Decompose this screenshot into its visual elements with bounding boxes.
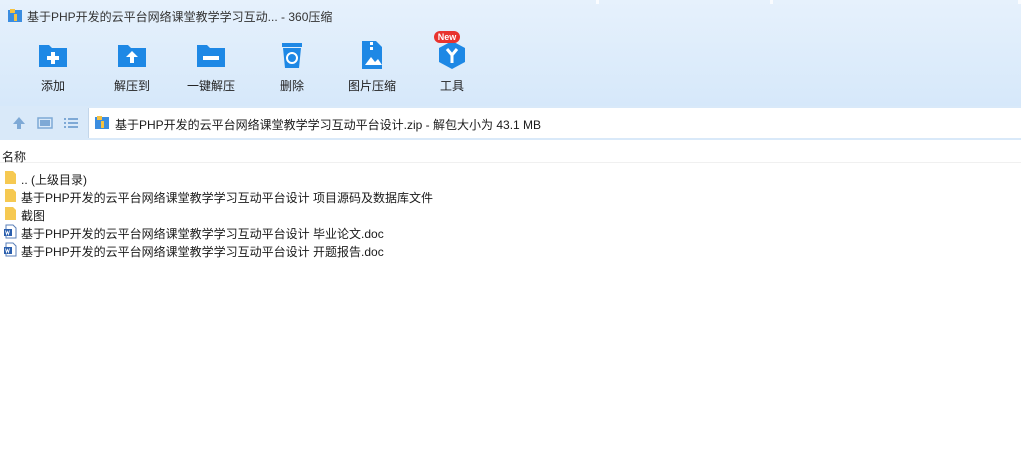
folder-icon (5, 207, 16, 220)
title-divider (770, 0, 773, 4)
list-item[interactable]: 截图 (0, 205, 1021, 223)
image-compress-label: 图片压缩 (347, 79, 396, 93)
zip-archive-icon (95, 116, 109, 129)
file-name: 截图 (21, 209, 46, 223)
extract-to-button[interactable]: 解压到 (94, 34, 170, 96)
file-name: 基于PHP开发的云平台网络课堂教学学习互动平台设计 项目源码及数据库文件 (21, 191, 434, 205)
file-rows: .. (上级目录) 基于PHP开发的云平台网络课堂教学学习互动平台设计 项目源码… (0, 169, 1021, 259)
delete-label: 删除 (279, 79, 304, 93)
list-item[interactable]: 基于PHP开发的云平台网络课堂教学学习互动平台设计 毕业论文.doc (0, 223, 1021, 241)
tools-label: 工具 (439, 79, 464, 93)
title-divider (596, 0, 599, 4)
up-icon[interactable] (11, 115, 27, 131)
word-doc-icon (4, 224, 17, 239)
add-icon (39, 45, 67, 67)
list-item[interactable]: 基于PHP开发的云平台网络课堂教学学习互动平台设计 开题报告.doc (0, 241, 1021, 259)
extract-to-label: 解压到 (113, 79, 150, 93)
delete-icon (282, 43, 302, 68)
navigation-bar: 基于PHP开发的云平台网络课堂教学学习互动平台设计.zip - 解包大小为 43… (0, 106, 1021, 140)
file-name: .. (上级目录) (21, 173, 87, 187)
delete-button[interactable]: 删除 (254, 34, 330, 96)
one-click-extract-icon (197, 45, 225, 67)
new-badge: New (434, 31, 460, 43)
tools-button[interactable]: New 工具 (414, 31, 490, 96)
image-compress-button[interactable]: 图片压缩 (334, 34, 410, 96)
window-title: 基于PHP开发的云平台网络课堂教学学习互动... - 360压缩 (27, 10, 333, 24)
header: 基于PHP开发的云平台网络课堂教学学习互动... - 360压缩 添加 解压到 (0, 0, 1021, 106)
address-path: 基于PHP开发的云平台网络课堂教学学习互动平台设计.zip - 解包大小为 43… (115, 118, 542, 132)
file-name: 基于PHP开发的云平台网络课堂教学学习互动平台设计 开题报告.doc (21, 245, 384, 259)
title-bar: 基于PHP开发的云平台网络课堂教学学习互动... - 360压缩 (0, 0, 1021, 30)
file-list: 名称 .. (上级目录) 基于PHP开发的云平台网络课堂教学学习互动平台设计 项… (0, 140, 1021, 471)
view-icon[interactable] (37, 115, 53, 131)
tools-icon (439, 41, 465, 69)
folder-icon (5, 171, 16, 184)
archive-app-icon (8, 9, 22, 22)
add-button[interactable]: 添加 (15, 34, 91, 96)
address-bar[interactable]: 基于PHP开发的云平台网络课堂教学学习互动平台设计.zip - 解包大小为 43… (88, 108, 1021, 138)
column-header-name[interactable]: 名称 (0, 146, 1021, 164)
image-compress-icon (362, 41, 382, 69)
file-name: 基于PHP开发的云平台网络课堂教学学习互动平台设计 毕业论文.doc (21, 227, 384, 241)
list-view-icon[interactable] (63, 115, 79, 131)
one-click-extract-label: 一键解压 (186, 79, 235, 93)
add-label: 添加 (40, 79, 65, 93)
one-click-extract-button[interactable]: 一键解压 (173, 34, 249, 96)
toolbar: 添加 解压到 一键解压 删除 图片压缩 New 工具 (0, 31, 1021, 100)
extract-to-icon (118, 45, 146, 67)
column-header-label: 名称 (2, 150, 27, 164)
list-item[interactable]: 基于PHP开发的云平台网络课堂教学学习互动平台设计 项目源码及数据库文件 (0, 187, 1021, 205)
folder-icon (5, 189, 16, 202)
word-doc-icon (4, 242, 17, 257)
list-item[interactable]: .. (上级目录) (0, 169, 1021, 187)
